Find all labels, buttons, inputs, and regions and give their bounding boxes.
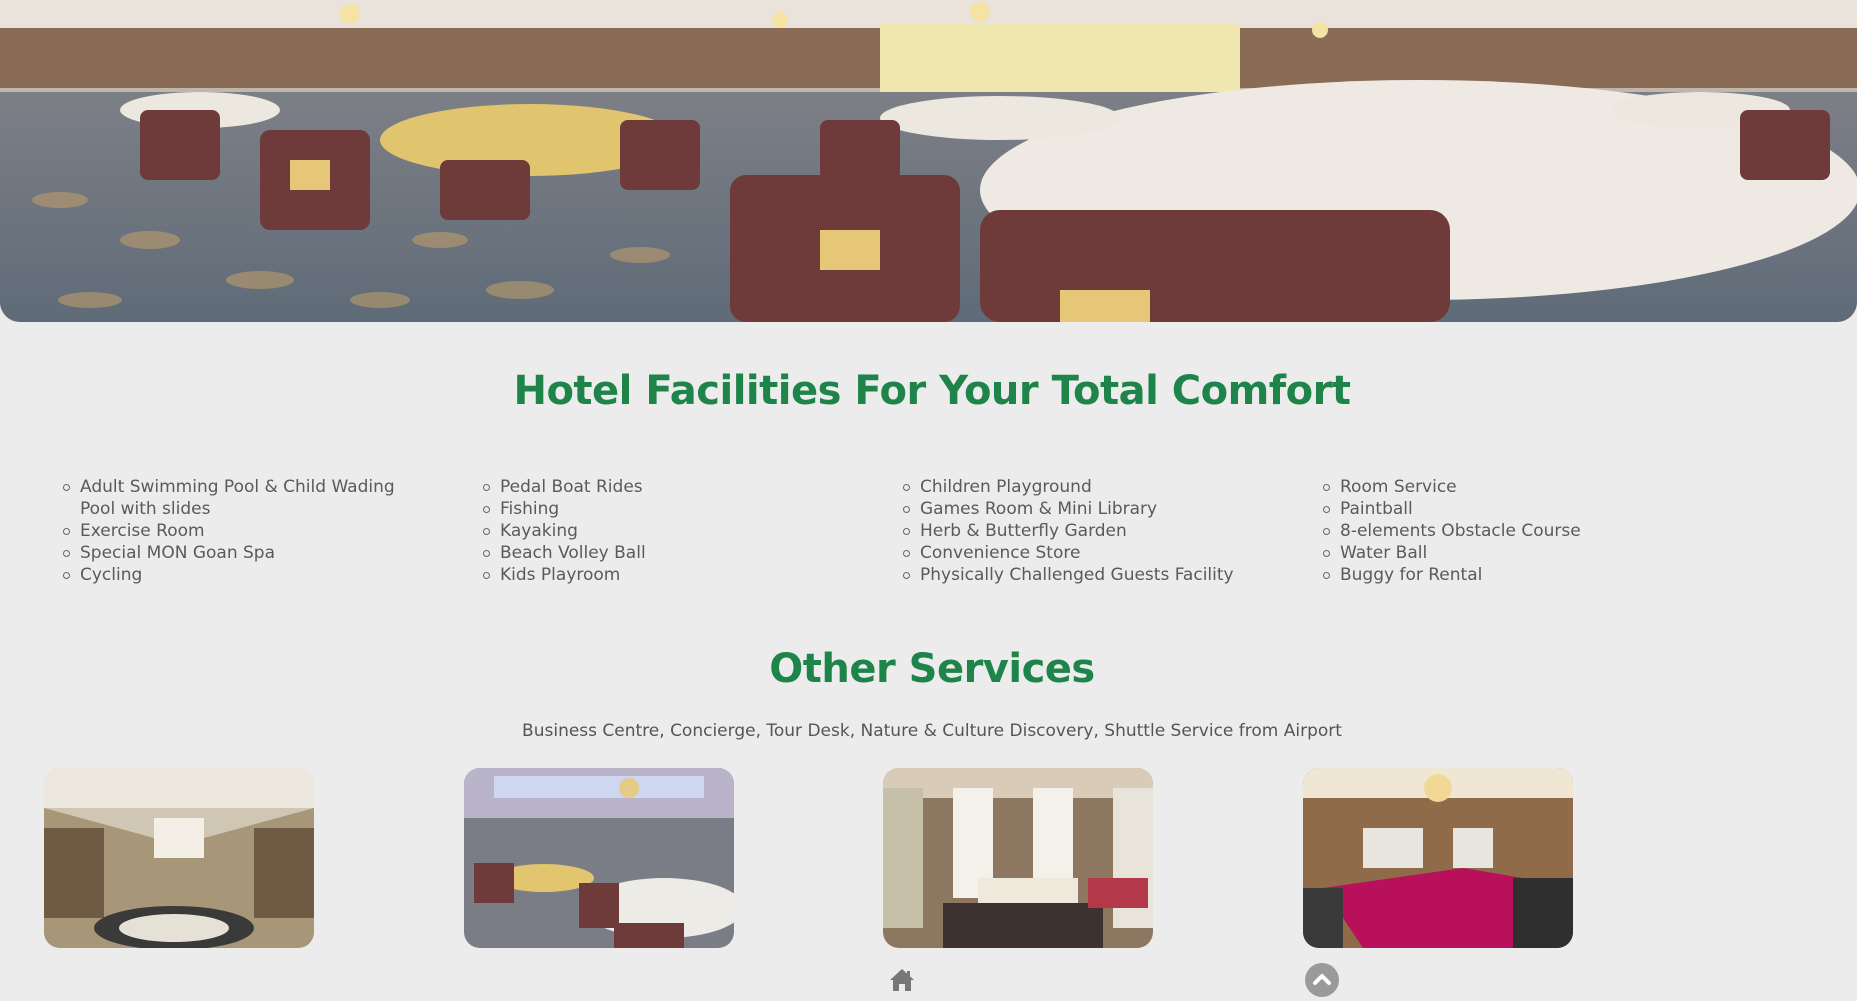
facility-item: Room Service [1323, 476, 1690, 498]
facilities-column-3: Children Playground Games Room & Mini Li… [900, 476, 1270, 586]
other-services-heading: Other Services [769, 646, 1095, 692]
facility-item: Fishing [483, 498, 850, 520]
facilities-column-2: Pedal Boat Rides Fishing Kayaking Beach … [480, 476, 850, 586]
other-services-text: Business Centre, Concierge, Tour Desk, N… [522, 721, 1342, 741]
hero-banner-image [0, 0, 1857, 322]
facility-item: Kids Playroom [483, 564, 850, 586]
facility-item: 8-elements Obstacle Course [1323, 520, 1690, 542]
facility-item: Children Playground [903, 476, 1270, 498]
chevron-up-icon[interactable] [1305, 963, 1339, 997]
facilities-column-4: Room Service Paintball 8-elements Obstac… [1320, 476, 1690, 586]
facility-item: Physically Challenged Guests Facility [903, 564, 1270, 586]
facility-item: Buggy for Rental [1323, 564, 1690, 586]
thumbnail-meeting-room[interactable] [1303, 768, 1573, 948]
facility-item: Convenience Store [903, 542, 1270, 564]
facilities-heading: Hotel Facilities For Your Total Comfort [513, 368, 1351, 414]
facility-item: Pedal Boat Rides [483, 476, 850, 498]
facility-item: Herb & Butterfly Garden [903, 520, 1270, 542]
thumbnail-canopy-bedroom[interactable] [883, 768, 1153, 948]
facility-item: Beach Volley Ball [483, 542, 850, 564]
facility-item: Water Ball [1323, 542, 1690, 564]
facility-item: Paintball [1323, 498, 1690, 520]
thumbnail-ballroom[interactable] [464, 768, 734, 948]
thumbnail-lobby[interactable] [44, 768, 314, 948]
facility-item: Cycling [63, 564, 430, 586]
facility-item: Special MON Goan Spa [63, 542, 430, 564]
facility-item: Kayaking [483, 520, 850, 542]
facilities-column-1: Adult Swimming Pool & Child Wading Pool … [60, 476, 430, 586]
home-icon[interactable] [889, 967, 915, 993]
facility-item: Adult Swimming Pool & Child Wading Pool … [63, 476, 400, 520]
facility-item: Exercise Room [63, 520, 430, 542]
facility-item: Games Room & Mini Library [903, 498, 1270, 520]
